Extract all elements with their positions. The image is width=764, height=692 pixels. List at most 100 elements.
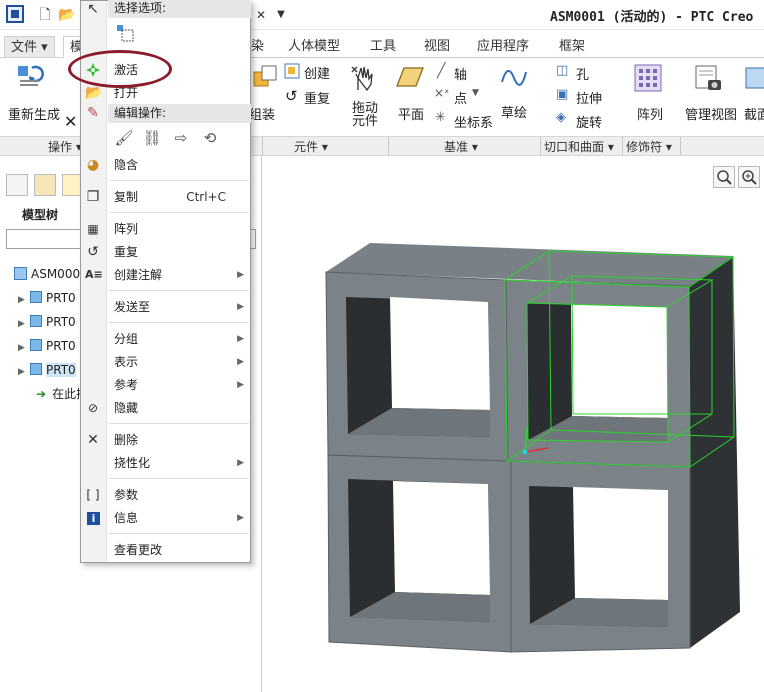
menu-item-create-annotation[interactable]: A≡ 创建注解 ▶: [81, 264, 250, 286]
menu-item-label: 参数: [114, 488, 139, 502]
menu-item-label: 创建注解: [114, 268, 163, 282]
group-datum[interactable]: 基准 ▾: [444, 138, 478, 155]
menu-item-repeat[interactable]: ↺ 重复: [81, 241, 250, 263]
menu-item-hide[interactable]: ⊘ 隐藏: [81, 397, 250, 419]
model-tree-tab-icon[interactable]: [6, 174, 28, 196]
group-components[interactable]: 元件 ▾: [294, 138, 328, 155]
extrude-icon[interactable]: ▣: [556, 87, 568, 102]
pattern-button[interactable]: 阵列: [637, 104, 663, 123]
plane-button[interactable]: 平面: [398, 104, 424, 123]
expand-arrow-icon[interactable]: ▶: [18, 290, 30, 310]
zoom-in-icon[interactable]: [738, 166, 760, 188]
sketch-icon[interactable]: [500, 64, 528, 92]
copy-icon: ❐: [86, 189, 100, 205]
menu-item-represent[interactable]: 表示 ▶: [81, 351, 250, 373]
group-cut-surface[interactable]: 切口和曲面 ▾: [544, 138, 614, 155]
quick-access-dropdown-icon[interactable]: ▼: [272, 6, 290, 24]
axis-icon[interactable]: ╱: [437, 63, 445, 79]
delete-x-icon[interactable]: ✕: [64, 112, 77, 131]
manage-views-button[interactable]: 管理视图: [685, 104, 737, 123]
zoom-window-icon[interactable]: [713, 166, 735, 188]
submenu-arrow-icon: ▶: [237, 302, 244, 312]
edit-appearance-icon[interactable]: 🖌: [113, 127, 135, 149]
axis-button[interactable]: 轴: [454, 64, 467, 83]
menu-item-label: 参考: [114, 378, 139, 392]
menu-separator: [109, 290, 249, 291]
close-window-icon[interactable]: ✕: [252, 6, 270, 24]
tree-item-part[interactable]: ▶ PRT0: [18, 336, 76, 356]
datum-point-icon[interactable]: ×ˣ: [434, 86, 449, 100]
menu-item-pattern[interactable]: ▦ 阵列: [81, 218, 250, 240]
menu-item-copy[interactable]: ❐ 复制 Ctrl+C: [81, 186, 250, 208]
tab-file[interactable]: 文件 ▾: [4, 36, 55, 58]
drag-components-button[interactable]: 拖动 元件: [352, 102, 378, 128]
tab-manikin[interactable]: 人体模型: [282, 36, 346, 58]
menu-separator: [109, 180, 249, 181]
repeat-button[interactable]: 重复: [304, 88, 330, 107]
tree-item-assembly[interactable]: ASM000: [14, 264, 80, 284]
tab-view[interactable]: 视图: [418, 36, 456, 58]
submenu-arrow-icon: ▶: [237, 380, 244, 390]
coordinate-system-button[interactable]: 坐标系: [454, 112, 493, 131]
menu-item-suppress[interactable]: ◕ 隐含: [81, 154, 250, 176]
create-icon[interactable]: [284, 63, 300, 79]
regenerate-icon[interactable]: [16, 62, 44, 90]
section-icon[interactable]: [744, 64, 764, 92]
assemble-button[interactable]: 组装: [249, 104, 275, 123]
sketch-button[interactable]: 草绘: [501, 102, 527, 121]
group-separator: [262, 137, 263, 155]
folder-browser-tab-icon[interactable]: [34, 174, 56, 196]
regenerate-button[interactable]: 重新生成: [8, 104, 60, 123]
opening-window: [573, 487, 668, 600]
menu-item-group[interactable]: 分组 ▶: [81, 328, 250, 350]
open-folder-icon[interactable]: 📂: [58, 6, 76, 24]
pointer-arrow-icon: ↖: [87, 1, 99, 17]
menu-item-label: 删除: [114, 433, 139, 447]
annotation-highlight-ring: [68, 50, 172, 88]
point-button[interactable]: 点: [454, 88, 467, 107]
new-file-icon[interactable]: 🗋: [36, 6, 54, 24]
group-operations[interactable]: 操作 ▾: [48, 138, 82, 155]
manage-views-icon[interactable]: [694, 64, 722, 92]
expand-arrow-icon[interactable]: ▶: [18, 362, 30, 382]
group-modifiers[interactable]: 修饰符 ▾: [626, 138, 672, 155]
expand-arrow-icon[interactable]: ▶: [18, 338, 30, 358]
tab-framework[interactable]: 框架: [553, 36, 591, 58]
group-separator: [388, 137, 389, 155]
csys-icon[interactable]: ✳: [435, 110, 446, 125]
menu-item-flexibility[interactable]: 挠性化 ▶: [81, 452, 250, 474]
pattern-icon[interactable]: [634, 64, 662, 92]
menu-item-reference[interactable]: 参考 ▶: [81, 374, 250, 396]
section-button[interactable]: 截面: [744, 104, 764, 123]
tab-applications[interactable]: 应用程序: [471, 36, 535, 58]
edit-chain-icon[interactable]: ⛓: [141, 127, 163, 149]
hole-button[interactable]: 孔: [576, 64, 589, 83]
hole-icon[interactable]: ◫: [556, 63, 568, 78]
graphics-viewport[interactable]: [262, 190, 764, 692]
point-dropdown-icon[interactable]: ▼: [472, 88, 479, 98]
tree-item-part[interactable]: ▶ PRT0: [18, 288, 76, 308]
edit-reorder-icon[interactable]: ⟲: [199, 127, 221, 149]
tree-item-label: PRT0: [46, 315, 76, 329]
tree-item-part-selected[interactable]: ▶ PRT0: [18, 360, 76, 380]
datum-plane-icon[interactable]: [396, 64, 424, 92]
revolve-button[interactable]: 旋转: [576, 112, 602, 131]
menu-item-parameters[interactable]: [ ] 参数: [81, 484, 250, 506]
menu-item-send-to[interactable]: 发送至 ▶: [81, 296, 250, 318]
revolve-icon[interactable]: ◈: [556, 110, 566, 125]
create-button[interactable]: 创建: [304, 63, 330, 82]
repeat-icon[interactable]: ↺: [285, 87, 298, 105]
menu-item-info[interactable]: i 信息 ▶: [81, 507, 250, 529]
tree-item-part[interactable]: ▶ PRT0: [18, 312, 76, 332]
tab-tools[interactable]: 工具: [364, 36, 402, 58]
expand-arrow-icon[interactable]: ▶: [18, 314, 30, 334]
creo-app-icon[interactable]: [6, 5, 24, 23]
menu-item-view-changes[interactable]: 查看更改: [81, 539, 250, 561]
edit-replace-icon[interactable]: ⇨: [170, 127, 192, 149]
menu-header-select: 选择选项:: [108, 0, 251, 18]
assemble-icon[interactable]: [252, 64, 280, 92]
extrude-button[interactable]: 拉伸: [576, 88, 602, 107]
menu-item-delete[interactable]: ✕ 删除: [81, 429, 250, 451]
drag-hand-icon[interactable]: [350, 64, 378, 92]
select-box-icon[interactable]: [116, 24, 134, 42]
